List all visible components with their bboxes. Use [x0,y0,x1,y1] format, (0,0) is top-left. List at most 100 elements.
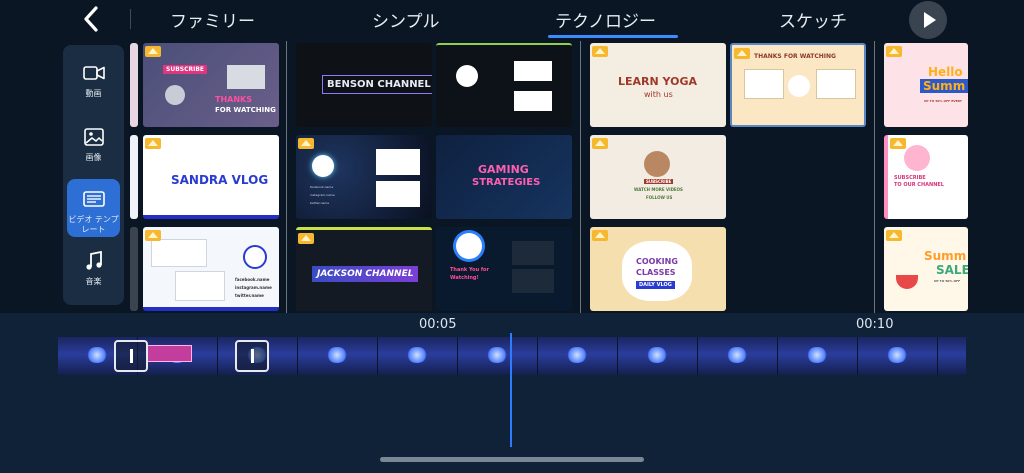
template-thumbnail[interactable] [130,227,138,311]
sidebar-item-label: ビデオ テンプレート [68,215,119,234]
template-placeholder [644,151,670,177]
video-clip-strip[interactable] [58,337,966,375]
premium-crown-icon [145,46,161,57]
template-placeholder [514,61,552,81]
sidebar-item-label: 画像 [85,153,102,162]
premium-crown-icon [298,233,314,244]
template-text: SALE [936,263,968,277]
divider [130,9,131,29]
template-text: SUBSCRIBE [644,179,674,184]
template-text: STRATEGIES [472,177,541,188]
tab-sketch[interactable]: スケッチ [779,7,847,32]
template-thumbnail[interactable]: BENSON CHANNEL [296,43,432,127]
template-text: THANKS FOR WATCHING [754,53,836,60]
template-thumbnail[interactable]: facebook.name instagram.name twitter.nam… [296,135,432,219]
template-text: JACKSON CHANNEL [312,266,419,282]
template-thumbnail[interactable]: Summ SALE UP TO 50% OFF [884,227,968,311]
media-type-panel: 動画 画像 ビデオ テンプレート 音楽 [63,45,124,305]
template-text: Summ [924,249,967,263]
template-thumbnail[interactable]: facebook.name instagram.name twitter.nam… [143,227,279,311]
template-thumbnail[interactable]: THANKS FOR WATCHING [730,43,866,127]
template-placeholder [744,69,784,99]
premium-crown-icon [145,230,161,241]
template-thumbnail[interactable] [130,43,138,127]
template-thumbnail[interactable] [436,43,572,127]
sidebar-item-video-template[interactable]: ビデオ テンプレート [67,179,120,237]
template-placeholder [456,65,478,87]
template-category-bar: ファミリー シンプル テクノロジー スケッチ [0,0,1024,40]
template-thumbnail[interactable]: SUBSCRIBE TO OUR CHANNEL [884,135,968,219]
premium-crown-icon [886,46,902,57]
template-text: with us [644,90,673,99]
timecode-label: 00:05 [419,317,457,332]
template-text: Watching! [450,275,479,281]
sidebar-item-music[interactable]: 音楽 [67,241,120,299]
premium-crown-icon [592,230,608,241]
premium-crown-icon [734,48,750,59]
active-tab-indicator [548,35,678,38]
column-divider [874,41,875,313]
template-text: FOR WATCHING [215,106,276,114]
template-thumbnail[interactable]: Thank You for Watching! [436,227,572,311]
sidebar-item-video[interactable]: 動画 [67,53,120,111]
video-camera-icon [82,66,105,80]
tab-family[interactable]: ファミリー [170,7,255,32]
template-text: SUBSCRIBE [894,175,926,181]
selected-overlay-clip[interactable] [147,345,192,362]
template-text: instagram.name [310,193,335,197]
column-divider [580,41,581,313]
template-text: CLASSES [636,268,676,277]
template-text: twitter.name [310,201,330,205]
template-placeholder [904,145,930,171]
template-text: THANKS [215,95,252,104]
template-thumbnail[interactable]: SUBSCRIBE WATCH MORE VIDEOS FOLLOW US [590,135,726,219]
premium-crown-icon [592,46,608,57]
home-indicator [380,457,644,462]
template-text: FOLLOW US [646,195,673,200]
template-placeholder [227,65,265,89]
template-text: facebook.name [235,277,270,282]
tab-simple[interactable]: シンプル [372,7,440,32]
template-thumbnail[interactable] [130,135,138,219]
template-placeholder [816,69,856,99]
template-text: DAILY VLOG [636,281,675,289]
premium-crown-icon [145,138,161,149]
video-editor-screen: ファミリー シンプル テクノロジー スケッチ 動画 画像 ビデオ テンプレート … [0,0,1024,473]
premium-crown-icon [890,138,906,149]
template-text: UP TO 50% OFF [934,279,961,283]
template-thumbnail[interactable]: SANDRA VLOG [143,135,279,219]
template-text: Thank You for [450,267,489,273]
template-placeholder [376,181,420,207]
template-text: SANDRA VLOG [171,173,269,187]
template-placeholder [243,245,267,269]
template-thumbnail[interactable]: LEARN YOGA with us [590,43,726,127]
tab-technology[interactable]: テクノロジー [555,7,656,32]
template-placeholder [512,241,554,265]
template-thumbnail[interactable]: COOKING CLASSES DAILY VLOG [590,227,726,311]
template-thumbnail[interactable]: JACKSON CHANNEL [296,227,432,311]
template-placeholder [788,75,810,97]
template-text: UP TO 50% OFF EVERY [924,99,962,103]
back-chevron-icon[interactable] [78,4,106,34]
template-icon [82,191,105,207]
template-thumbnail[interactable]: GAMING STRATEGIES [436,135,572,219]
premium-crown-icon [886,230,902,241]
template-grid: SUBSCRIBE THANKS FOR WATCHING SANDRA VLO… [130,41,968,313]
sidebar-item-image[interactable]: 画像 [67,117,120,175]
template-text: Summ [920,79,968,93]
template-text: twitter.name [235,293,264,298]
template-thumbnail[interactable]: SUBSCRIBE THANKS FOR WATCHING [143,43,279,127]
playhead[interactable] [510,333,512,447]
template-thumbnail[interactable]: Hello Summ UP TO 50% OFF EVERY [884,43,968,127]
trim-handle-end[interactable] [235,340,269,372]
template-text: LEARN YOGA [618,75,698,88]
template-text: SUBSCRIBE [163,65,208,74]
play-button[interactable] [909,1,947,39]
template-text: TO OUR CHANNEL [894,182,944,188]
sidebar-item-label: 動画 [85,89,102,98]
template-placeholder [376,149,420,175]
premium-crown-icon [592,138,608,149]
timecode-label: 00:10 [856,317,894,332]
trim-handle-start[interactable] [114,340,148,372]
template-text: GAMING [478,163,529,176]
